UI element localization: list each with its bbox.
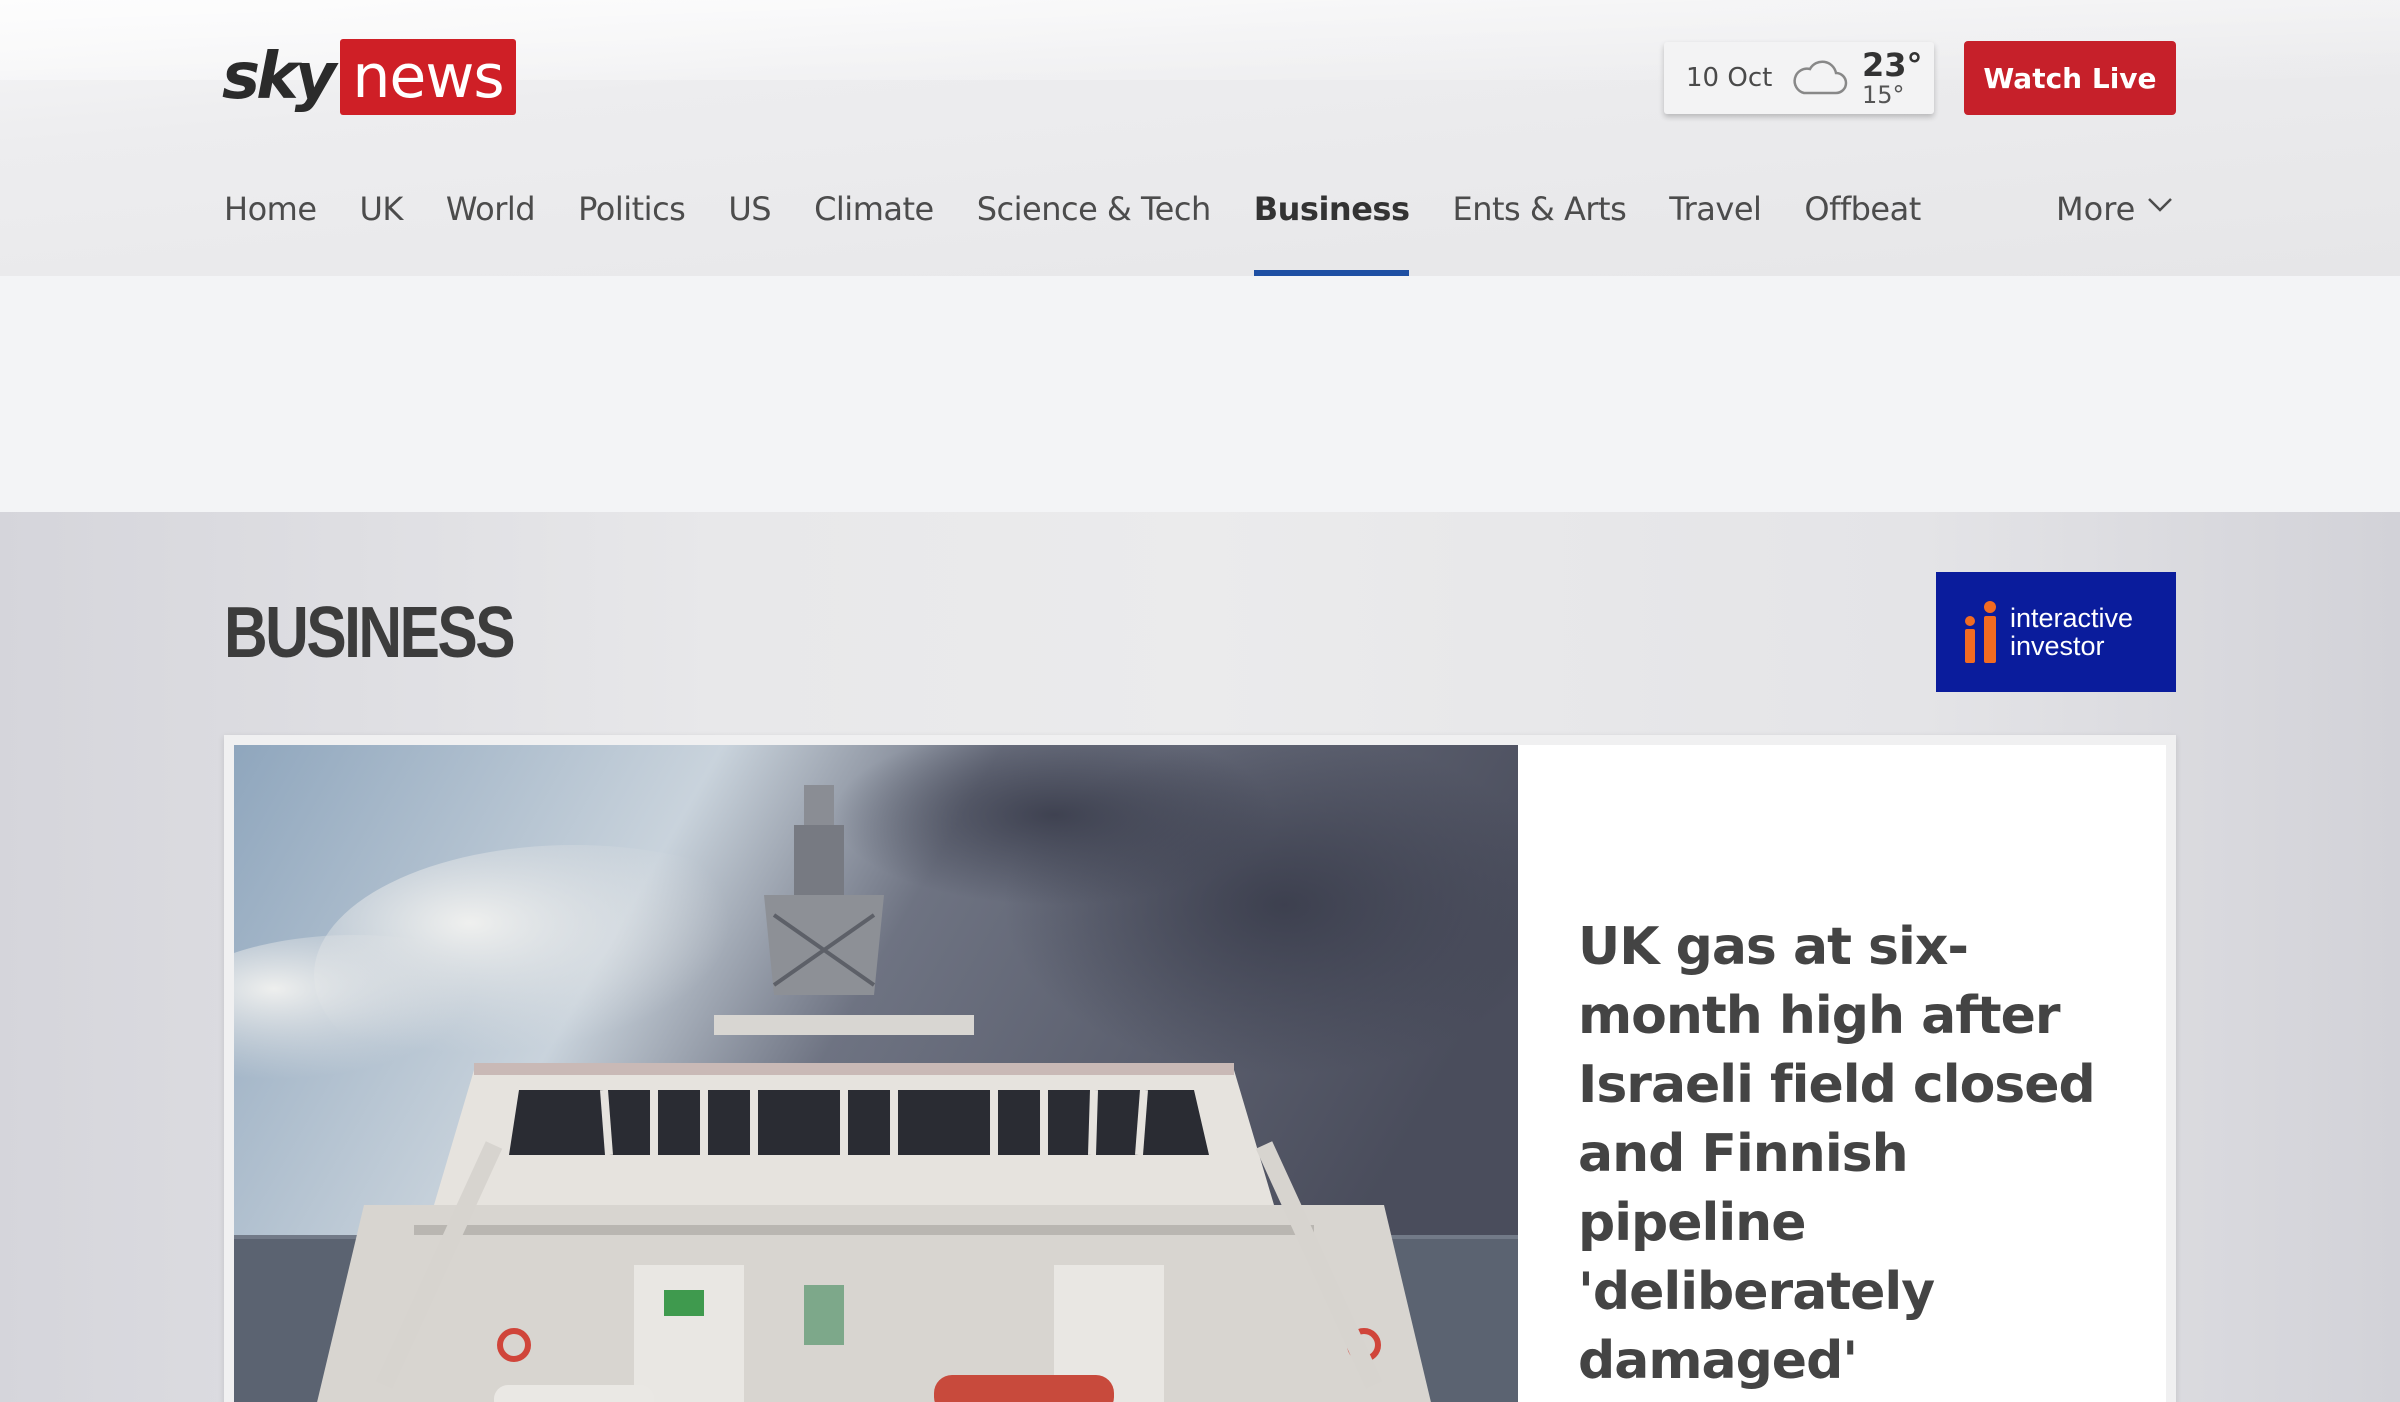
interactive-investor-mark-icon (1965, 601, 1996, 663)
more-menu-button[interactable]: More (2056, 190, 2173, 228)
nav-item-travel[interactable]: Travel (1669, 190, 1762, 276)
sky-news-logo[interactable]: sky news (222, 38, 516, 116)
nav-item-home[interactable]: Home (224, 190, 317, 276)
ad-placeholder (0, 276, 2400, 512)
sponsor-text: interactive investor (2010, 604, 2133, 660)
weather-temps: 23° 15° (1862, 49, 1923, 107)
section-title: BUSINESS (224, 593, 516, 673)
nav-item-uk[interactable]: UK (360, 190, 404, 276)
chevron-down-icon (2148, 198, 2173, 212)
business-section: BUSINESS interactive investor UK gas at … (0, 512, 2400, 1402)
logo-sky-text: sky (222, 40, 336, 114)
ship-photo[interactable] (234, 745, 1518, 1402)
lead-story-card[interactable]: UK gas at six-month high after Israeli f… (224, 735, 2176, 1402)
sponsor-line1: interactive (2010, 603, 2134, 633)
ship-illustration (234, 745, 1518, 1402)
sponsor-line2: investor (2010, 631, 2105, 661)
weather-date: 10 Oct (1686, 63, 1773, 93)
weather-high: 23° (1862, 46, 1923, 84)
more-label: More (2056, 190, 2136, 228)
nav-item-world[interactable]: World (446, 190, 536, 276)
nav-item-politics[interactable]: Politics (578, 190, 686, 276)
nav-item-ents-arts[interactable]: Ents & Arts (1452, 190, 1626, 276)
nav-item-offbeat[interactable]: Offbeat (1804, 190, 1921, 276)
nav-item-business[interactable]: Business (1253, 190, 1410, 276)
weather-widget[interactable]: 10 Oct 23° 15° (1664, 42, 1934, 114)
nav-item-science-tech[interactable]: Science & Tech (977, 190, 1212, 276)
headline-panel[interactable]: UK gas at six-month high after Israeli f… (1518, 745, 2166, 1402)
watch-live-button[interactable]: Watch Live (1964, 41, 2176, 115)
sponsor-logo[interactable]: interactive investor (1936, 572, 2176, 692)
logo-news-text: news (340, 39, 516, 115)
site-header: sky news 10 Oct 23° 15° Watch Live Home … (0, 0, 2400, 276)
nav-item-us[interactable]: US (728, 190, 771, 276)
cloud-icon (1793, 60, 1848, 95)
nav-item-climate[interactable]: Climate (814, 190, 934, 276)
weather-low: 15° (1862, 81, 1905, 109)
story-headline[interactable]: UK gas at six-month high after Israeli f… (1578, 913, 2138, 1396)
main-nav: Home UK World Politics US Climate Scienc… (224, 190, 1964, 276)
